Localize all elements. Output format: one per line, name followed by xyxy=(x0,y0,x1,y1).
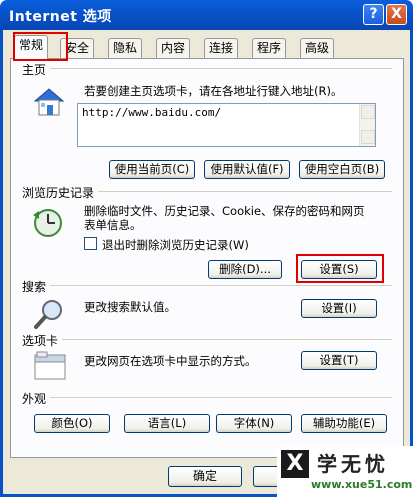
tab-general[interactable]: 常规 xyxy=(14,35,49,59)
history-clock-icon xyxy=(31,205,67,242)
tab-advanced[interactable]: 高级 xyxy=(300,38,335,58)
section-title-home: 主页 xyxy=(22,61,51,78)
colors-button[interactable]: 颜色(O) xyxy=(34,414,110,433)
divider xyxy=(22,68,392,69)
delete-history-button[interactable]: 删除(D)... xyxy=(208,260,282,279)
accessibility-button[interactable]: 辅助功能(E) xyxy=(301,414,387,433)
history-description-line2: 表单信息。 xyxy=(84,218,142,232)
fonts-button[interactable]: 字体(N) xyxy=(216,414,292,433)
section-title-appearance: 外观 xyxy=(22,390,51,407)
magnifier-icon xyxy=(33,297,67,334)
tabs-window-icon xyxy=(33,351,67,384)
scroll-up-arrow[interactable] xyxy=(361,105,375,119)
help-button[interactable]: ? xyxy=(363,4,384,25)
watermark-logo-icon: X xyxy=(281,450,309,478)
tab-content[interactable]: 内容 xyxy=(156,38,191,58)
home-url-scrollbar[interactable] xyxy=(359,104,375,146)
home-description: 若要创建主页选项卡，请在各地址行键入地址(R)。 xyxy=(84,84,343,98)
divider xyxy=(22,397,392,398)
languages-button[interactable]: 语言(L) xyxy=(124,414,210,433)
ok-button[interactable]: 确定 xyxy=(168,466,242,487)
tab-programs[interactable]: 程序 xyxy=(252,38,287,58)
section-title-history: 浏览历史记录 xyxy=(22,184,99,201)
home-url-value: http://www.baidu.com/ xyxy=(82,106,222,119)
title-bar[interactable]: Internet 选项 ? X xyxy=(0,0,413,30)
watermark-url: www.xue51.com xyxy=(311,478,413,491)
house-icon xyxy=(31,85,67,122)
close-button[interactable]: X xyxy=(386,4,407,25)
window-title: Internet 选项 xyxy=(9,9,112,25)
divider xyxy=(22,339,392,340)
tab-privacy[interactable]: 隐私 xyxy=(108,38,143,58)
divider xyxy=(22,285,392,286)
dialog-body: 常规 安全 隐私 内容 连接 程序 高级 主页 若要创建主页选项卡，请在各地址行… xyxy=(0,30,413,497)
section-title-tabs: 选项卡 xyxy=(22,332,63,349)
search-settings-button[interactable]: 设置(I) xyxy=(301,299,377,318)
history-settings-button[interactable]: 设置(S) xyxy=(301,260,377,279)
scroll-down-arrow[interactable] xyxy=(361,130,375,144)
tabs-settings-button[interactable]: 设置(T) xyxy=(301,351,377,370)
delete-on-exit-label: 退出时删除浏览历史记录(W) xyxy=(102,238,249,252)
search-description: 更改搜索默认值。 xyxy=(84,300,176,314)
use-blank-button[interactable]: 使用空白页(B) xyxy=(299,160,385,179)
tab-panel-general: 主页 若要创建主页选项卡，请在各地址行键入地址(R)。 http://www.b… xyxy=(10,58,404,458)
watermark: X 学无忧 www.xue51.com xyxy=(277,446,413,497)
section-title-search: 搜索 xyxy=(22,278,51,295)
tabs-description: 更改网页在选项卡中显示的方式。 xyxy=(84,354,257,368)
home-url-field[interactable]: http://www.baidu.com/ xyxy=(77,103,376,147)
watermark-title: 学无忧 xyxy=(317,452,389,476)
use-default-button[interactable]: 使用默认值(F) xyxy=(204,160,290,179)
tab-connections[interactable]: 连接 xyxy=(204,38,239,58)
delete-on-exit-checkbox[interactable] xyxy=(84,237,97,250)
use-current-button[interactable]: 使用当前页(C) xyxy=(109,160,195,179)
tab-security[interactable]: 安全 xyxy=(60,38,95,58)
